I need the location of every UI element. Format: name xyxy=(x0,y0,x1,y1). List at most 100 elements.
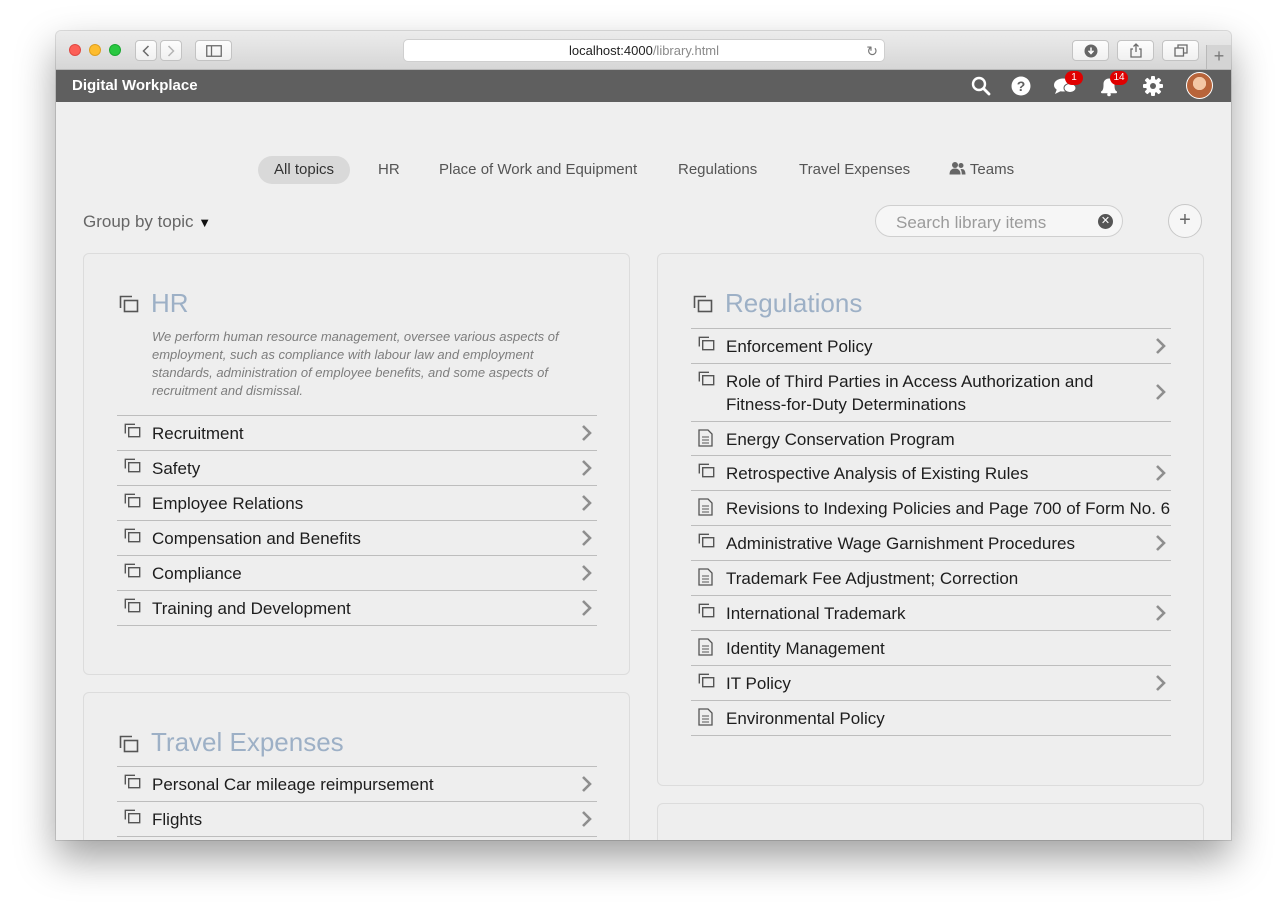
chevron-right-icon xyxy=(582,425,592,441)
hr-item-recruitment[interactable]: Recruitment xyxy=(117,416,597,451)
collection-icon xyxy=(698,673,715,688)
chevron-right-icon xyxy=(1156,465,1166,481)
chevron-right-icon xyxy=(582,565,592,581)
new-tab-button[interactable]: + xyxy=(1206,45,1231,69)
add-item-button[interactable]: + xyxy=(1168,204,1202,238)
download-icon xyxy=(1084,44,1097,58)
url-host: localhost:4000 xyxy=(568,43,653,58)
teams-icon xyxy=(949,162,966,175)
notifications-button[interactable]: 14 xyxy=(1098,71,1128,97)
tab-teams[interactable]: Teams xyxy=(933,156,1030,184)
hr-item-training[interactable]: Training and Development xyxy=(117,591,597,626)
hr-item-label: Recruitment xyxy=(152,424,244,443)
chevron-right-icon xyxy=(1156,384,1166,400)
address-bar[interactable]: localhost:4000/library.html ↻ xyxy=(403,39,885,62)
app-header: Digital Workplace ? 1 14 xyxy=(56,70,1231,102)
regulations-item-label: Trademark Fee Adjustment; Correction xyxy=(726,569,1019,588)
collection-icon xyxy=(698,463,715,478)
tab-travel-expenses[interactable]: Travel Expenses xyxy=(783,156,926,184)
regulations-item[interactable]: Administrative Wage Garnishment Procedur… xyxy=(691,526,1171,561)
travel-title: Travel Expenses xyxy=(151,727,344,757)
zoom-window-button[interactable] xyxy=(109,44,121,56)
collection-icon xyxy=(124,598,141,613)
chevron-right-icon xyxy=(582,600,592,616)
regulations-item-label: IT Policy xyxy=(726,674,791,693)
collection-icon xyxy=(119,735,139,753)
document-icon xyxy=(698,429,713,447)
tabs-icon xyxy=(1173,44,1188,57)
regulations-item[interactable]: International Trademark xyxy=(691,596,1171,631)
collection-icon xyxy=(698,603,715,618)
url-path: /library.html xyxy=(652,43,720,58)
tab-all-topics[interactable]: All topics xyxy=(258,156,351,184)
chevron-left-icon xyxy=(142,45,150,57)
regulations-item[interactable]: Retrospective Analysis of Existing Rules xyxy=(691,456,1171,491)
regulations-card: Regulations Enforcement Policy Role of T… xyxy=(657,253,1204,786)
search-input[interactable] xyxy=(894,212,1088,234)
chat-button[interactable]: 1 xyxy=(1053,71,1083,97)
chevron-right-icon xyxy=(1156,535,1166,551)
share-button[interactable] xyxy=(1117,40,1154,61)
sidebar-toggle-button[interactable] xyxy=(195,40,232,61)
hr-item-label: Employee Relations xyxy=(152,494,304,513)
chevron-right-icon xyxy=(167,45,175,57)
help-button[interactable]: ? xyxy=(1010,75,1032,97)
regulations-item[interactable]: Role of Third Parties in Access Authoriz… xyxy=(691,364,1171,422)
regulations-title: Regulations xyxy=(725,288,863,318)
hr-card: HR We perform human resource management,… xyxy=(83,253,630,675)
minimize-window-button[interactable] xyxy=(89,44,101,56)
next-topic-card xyxy=(657,803,1204,840)
reload-icon[interactable]: ↻ xyxy=(866,41,878,62)
hr-item-compliance[interactable]: Compliance xyxy=(117,556,597,591)
hr-description: We perform human resource management, ov… xyxy=(152,329,559,398)
clear-search-icon[interactable]: ✕ xyxy=(1098,214,1113,229)
regulations-item[interactable]: IT Policy xyxy=(691,666,1171,701)
tab-place-of-work[interactable]: Place of Work and Equipment xyxy=(423,156,653,184)
regulations-item[interactable]: Enforcement Policy xyxy=(691,329,1171,364)
collection-icon xyxy=(124,528,141,543)
browser-window: localhost:4000/library.html ↻ + Digital … xyxy=(56,31,1231,840)
forward-button[interactable] xyxy=(160,40,182,61)
tab-regulations[interactable]: Regulations xyxy=(662,156,773,184)
hr-item-safety[interactable]: Safety xyxy=(117,451,597,486)
travel-expenses-card: Travel Expenses Personal Car mileage rei… xyxy=(83,692,630,840)
close-window-button[interactable] xyxy=(69,44,81,56)
chevron-right-icon xyxy=(582,530,592,546)
document-icon xyxy=(698,568,713,586)
tab-teams-label: Teams xyxy=(969,161,1015,178)
collection-icon xyxy=(124,458,141,473)
settings-button[interactable] xyxy=(1142,75,1164,97)
regulations-item[interactable]: Trademark Fee Adjustment; Correction xyxy=(691,561,1171,596)
hr-item-label: Training and Development xyxy=(152,599,351,618)
regulations-item[interactable]: Environmental Policy xyxy=(691,701,1171,736)
regulations-item-label: Revisions to Indexing Policies and Page … xyxy=(726,499,1171,518)
chevron-right-icon xyxy=(582,811,592,827)
travel-item-car-mileage[interactable]: Personal Car mileage reimpursement xyxy=(117,767,597,802)
regulations-item-label: Identity Management xyxy=(726,639,885,658)
tabs-overview-button[interactable] xyxy=(1162,40,1199,61)
regulations-list: Enforcement Policy Role of Third Parties… xyxy=(691,328,1171,736)
regulations-item-label: Role of Third Parties in Access Authoriz… xyxy=(726,372,1094,414)
regulations-item[interactable]: Energy Conservation Program xyxy=(691,422,1171,456)
hr-item-employee-relations[interactable]: Employee Relations xyxy=(117,486,597,521)
chevron-right-icon xyxy=(582,460,592,476)
regulations-item-label: Enforcement Policy xyxy=(726,337,873,356)
regulations-item-label: Environmental Policy xyxy=(726,709,885,728)
group-by-dropdown[interactable]: Group by topic ▼ xyxy=(83,212,211,232)
chevron-right-icon xyxy=(1156,605,1166,621)
search-field: ✕ xyxy=(875,205,1123,237)
collection-icon xyxy=(119,295,139,313)
regulations-item[interactable]: Revisions to Indexing Policies and Page … xyxy=(691,491,1171,526)
travel-item-label: Personal Car mileage reimpursement xyxy=(152,775,434,794)
downloads-button[interactable] xyxy=(1072,40,1109,61)
user-avatar[interactable] xyxy=(1186,72,1213,99)
group-by-label: Group by topic xyxy=(83,212,194,231)
regulations-item[interactable]: Identity Management xyxy=(691,631,1171,666)
travel-item-flights[interactable]: Flights xyxy=(117,802,597,837)
search-button[interactable] xyxy=(970,75,992,97)
hr-item-compensation[interactable]: Compensation and Benefits xyxy=(117,521,597,556)
tab-hr[interactable]: HR xyxy=(362,156,416,184)
sidebar-icon xyxy=(205,45,222,57)
document-icon xyxy=(698,708,713,726)
back-button[interactable] xyxy=(135,40,157,61)
